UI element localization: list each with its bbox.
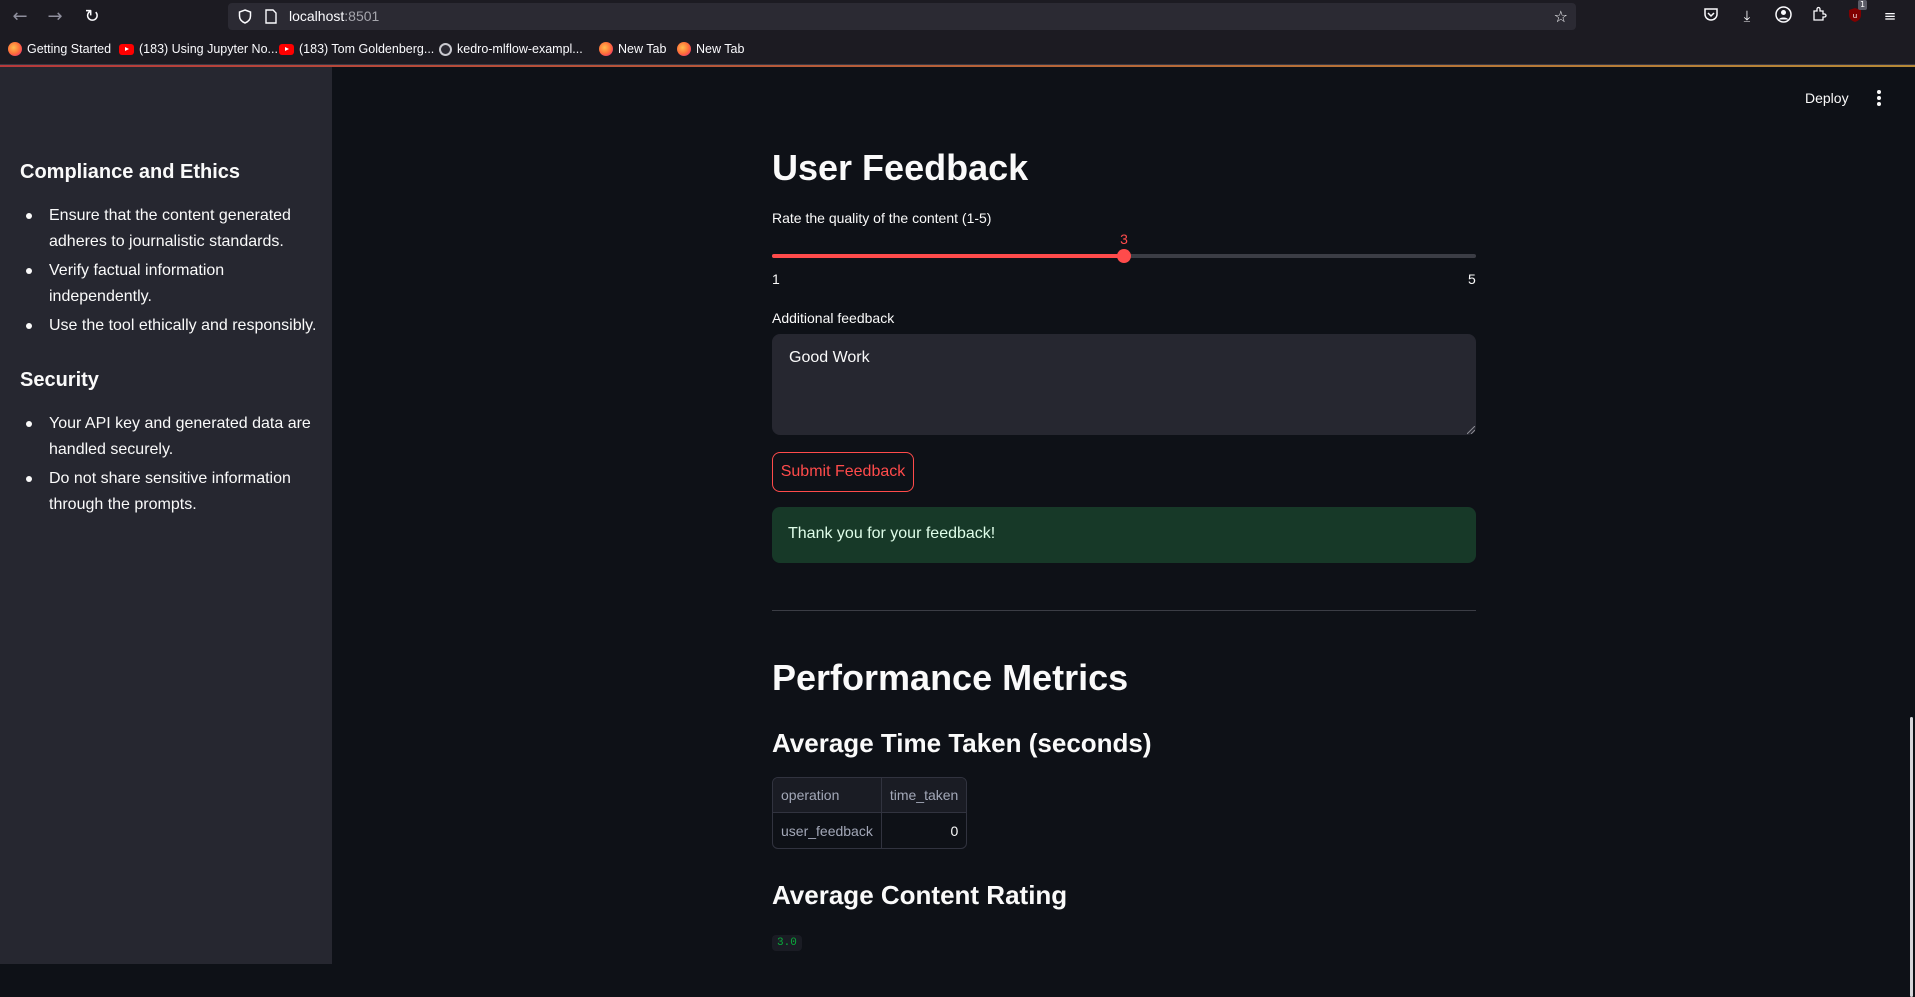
bookmark-item[interactable]: New Tab <box>599 41 666 57</box>
page-icon <box>265 9 277 24</box>
success-alert: Thank you for your feedback! <box>772 507 1476 563</box>
slider-max: 5 <box>1468 271 1476 287</box>
main-content: Deploy User Feedback Rate the quality of… <box>332 67 1915 997</box>
download-icon[interactable]: ⤓ <box>1737 6 1757 26</box>
bookmark-item[interactable]: (183) Using Jupyter No... <box>119 41 278 57</box>
bookmark-label: New Tab <box>618 42 667 56</box>
list-item: Verify factual information independently… <box>20 258 320 310</box>
bookmark-item[interactable]: New Tab <box>677 41 744 57</box>
bookmark-label: (183) Tom Goldenberg... <box>299 42 435 56</box>
pocket-icon[interactable] <box>1701 6 1721 26</box>
menu-icon[interactable]: ≡ <box>1880 6 1900 26</box>
github-icon <box>439 42 452 56</box>
reload-icon[interactable]: ↻ <box>81 6 103 28</box>
bookmarks-bar: Getting Started (183) Using Jupyter No..… <box>0 33 1915 65</box>
bookmark-label: New Tab <box>696 42 745 56</box>
url-port: :8501 <box>344 8 380 24</box>
back-icon[interactable]: ← <box>9 6 31 28</box>
sidebar-heading-security: Security <box>20 369 99 391</box>
account-icon[interactable] <box>1773 6 1793 26</box>
textarea-label: Additional feedback <box>772 310 895 326</box>
url-host: localhost <box>289 8 345 24</box>
submit-feedback-button[interactable]: Submit Feedback <box>772 452 914 492</box>
content-rating-value: 3.0 <box>772 935 802 951</box>
bookmark-star-icon[interactable]: ☆ <box>1554 7 1568 26</box>
shield-icon[interactable] <box>238 9 252 24</box>
list-item: Use the tool ethically and responsibly. <box>20 313 320 339</box>
bookmark-label: (183) Using Jupyter No... <box>139 42 278 56</box>
feedback-textarea[interactable] <box>772 334 1476 435</box>
url-text[interactable]: localhost:8501 <box>289 8 379 24</box>
sidebar-list-security: Your API key and generated data are hand… <box>20 411 320 521</box>
browser-toolbar: ← → ↻ localhost:8501 ☆ ⤓ u 1 ≡ <box>0 0 1915 33</box>
list-item: Do not share sensitive information throu… <box>20 466 320 518</box>
bookmark-label: kedro-mlflow-exampl... <box>457 42 583 56</box>
list-item: Your API key and generated data are hand… <box>20 411 320 463</box>
time-taken-title: Average Time Taken (seconds) <box>772 728 1152 758</box>
rating-slider[interactable] <box>772 249 1476 263</box>
bookmark-item[interactable]: Getting Started <box>8 41 111 57</box>
slider-value: 3 <box>1120 231 1128 247</box>
slider-thumb[interactable] <box>1117 249 1131 263</box>
extension-badge: 1 <box>1858 0 1868 10</box>
content-rating-title: Average Content Rating <box>772 880 1068 910</box>
extensions-icon[interactable] <box>1809 6 1829 26</box>
column-header[interactable]: operation <box>773 778 882 813</box>
column-header[interactable]: time_taken <box>881 778 967 813</box>
more-options-icon[interactable] <box>1872 88 1886 108</box>
svg-text:u: u <box>1853 12 1857 20</box>
slider-label: Rate the quality of the content (1-5) <box>772 210 992 226</box>
bookmark-item[interactable]: (183) Tom Goldenberg... <box>279 41 434 57</box>
firefox-icon <box>599 42 613 56</box>
table-row: user_feedback 0 <box>773 813 966 848</box>
table-cell[interactable]: user_feedback <box>773 813 882 848</box>
firefox-icon <box>8 42 22 56</box>
time-taken-table[interactable]: operation time_taken user_feedback 0 <box>772 777 968 849</box>
sidebar: Compliance and Ethics Ensure that the co… <box>0 67 332 964</box>
youtube-icon <box>279 43 294 55</box>
sidebar-heading-compliance: Compliance and Ethics <box>20 161 241 183</box>
resize-grip-icon[interactable] <box>1467 426 1475 434</box>
feedback-title: User Feedback <box>772 147 1029 188</box>
slider-fill <box>772 254 1124 258</box>
table-cell[interactable]: 0 <box>882 813 966 848</box>
url-bar[interactable]: localhost:8501 ☆ <box>228 3 1576 30</box>
sidebar-list-compliance: Ensure that the content generated adhere… <box>20 203 320 342</box>
forward-icon[interactable]: → <box>44 6 66 28</box>
divider <box>772 610 1476 611</box>
deploy-button[interactable]: Deploy <box>1805 90 1849 106</box>
bookmark-label: Getting Started <box>27 42 112 56</box>
youtube-icon <box>119 43 134 55</box>
metrics-title: Performance Metrics <box>772 657 1129 698</box>
slider-min: 1 <box>772 271 780 287</box>
ublock-icon[interactable]: u 1 <box>1845 0 1868 26</box>
table-header-row: operation time_taken <box>773 778 967 813</box>
scrollbar[interactable] <box>1910 717 1913 997</box>
bookmark-item[interactable]: kedro-mlflow-exampl... <box>439 41 583 57</box>
list-item: Ensure that the content generated adhere… <box>20 203 320 255</box>
firefox-icon <box>677 42 691 56</box>
